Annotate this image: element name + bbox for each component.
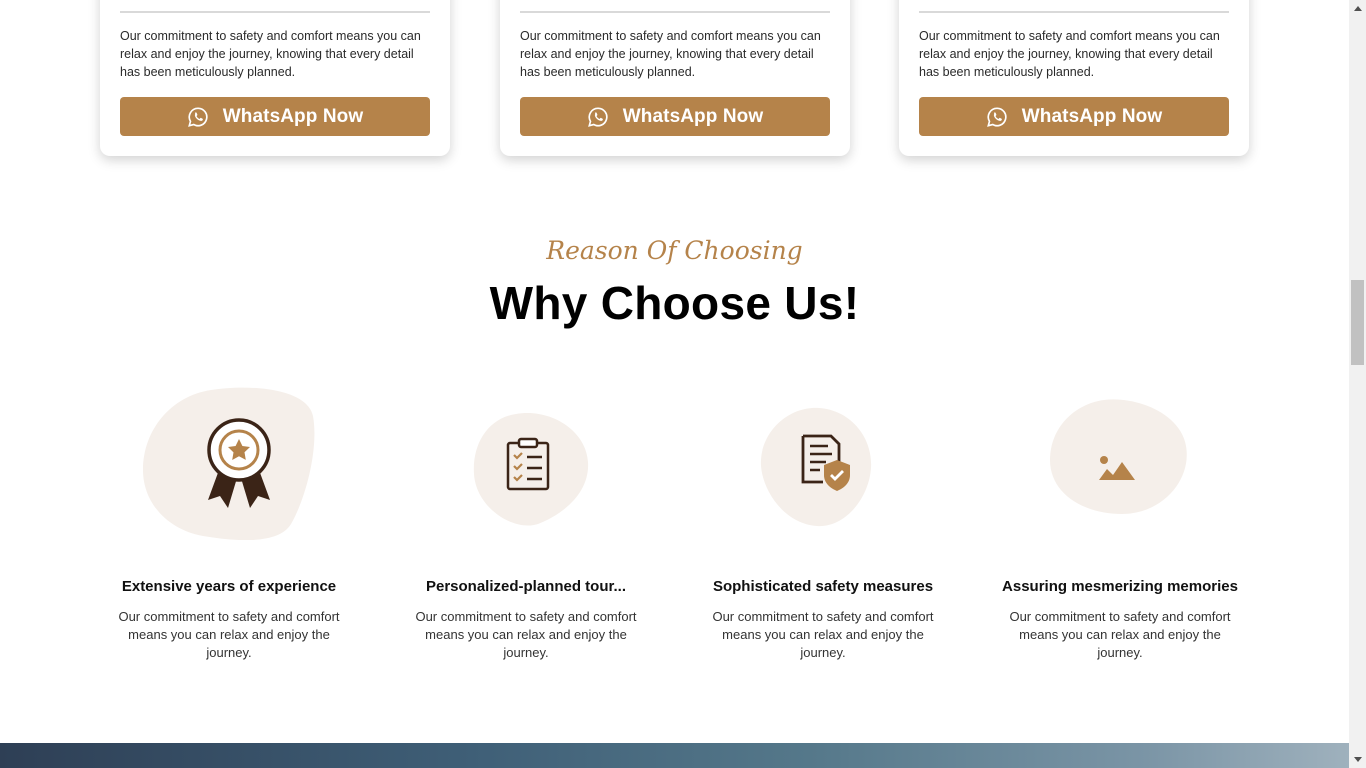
whatsapp-icon xyxy=(187,106,208,127)
card-description: Our commitment to safety and comfort mea… xyxy=(120,29,421,79)
whatsapp-button[interactable]: WhatsApp Now xyxy=(120,97,430,136)
tour-card: Our commitment to safety and comfort mea… xyxy=(899,0,1249,156)
award-ribbon-icon xyxy=(207,418,271,508)
page: Our commitment to safety and comfort mea… xyxy=(0,0,1349,768)
feature-title: Assuring mesmerizing memories xyxy=(1002,578,1238,595)
card-divider xyxy=(520,11,830,13)
card-divider xyxy=(120,11,430,13)
scrollbar-thumb[interactable] xyxy=(1351,280,1364,365)
tour-card: Our commitment to safety and comfort mea… xyxy=(100,0,450,156)
whatsapp-button[interactable]: WhatsApp Now xyxy=(520,97,830,136)
feature-text: Our commitment to safety and comfort mea… xyxy=(415,609,637,660)
next-section-banner xyxy=(0,743,1349,768)
section-kicker: Reason Of Choosing xyxy=(546,236,803,265)
section-heading: Why Choose Us! xyxy=(489,277,860,329)
feature-title: Personalized-planned tour... xyxy=(425,578,627,595)
tour-card: Our commitment to safety and comfort mea… xyxy=(500,0,850,156)
whatsapp-button-label: WhatsApp Now xyxy=(622,105,764,127)
feature-text: Our commitment to safety and comfort mea… xyxy=(118,609,340,660)
whatsapp-icon xyxy=(986,106,1007,127)
clipboard-checklist-icon xyxy=(506,437,550,491)
document-shield-icon xyxy=(801,434,850,491)
feature-text: Our commitment to safety and comfort mea… xyxy=(1009,609,1231,660)
scroll-down-arrow-icon[interactable] xyxy=(1349,751,1366,768)
card-description: Our commitment to safety and comfort mea… xyxy=(520,29,821,79)
whatsapp-button-label: WhatsApp Now xyxy=(1021,105,1163,127)
feature-text: Our commitment to safety and comfort mea… xyxy=(712,609,934,660)
scroll-up-arrow-icon[interactable] xyxy=(1349,0,1366,17)
whatsapp-button-label: WhatsApp Now xyxy=(222,105,364,127)
feature-title: Sophisticated safety measures xyxy=(712,578,934,595)
whatsapp-button[interactable]: WhatsApp Now xyxy=(919,97,1229,136)
feature-title: Extensive years of experience xyxy=(121,578,337,595)
whatsapp-icon xyxy=(587,106,608,127)
page-scrollbar[interactable] xyxy=(1349,0,1366,768)
card-divider xyxy=(919,11,1229,13)
image-placeholder-icon xyxy=(1099,456,1135,480)
card-description: Our commitment to safety and comfort mea… xyxy=(919,29,1220,79)
